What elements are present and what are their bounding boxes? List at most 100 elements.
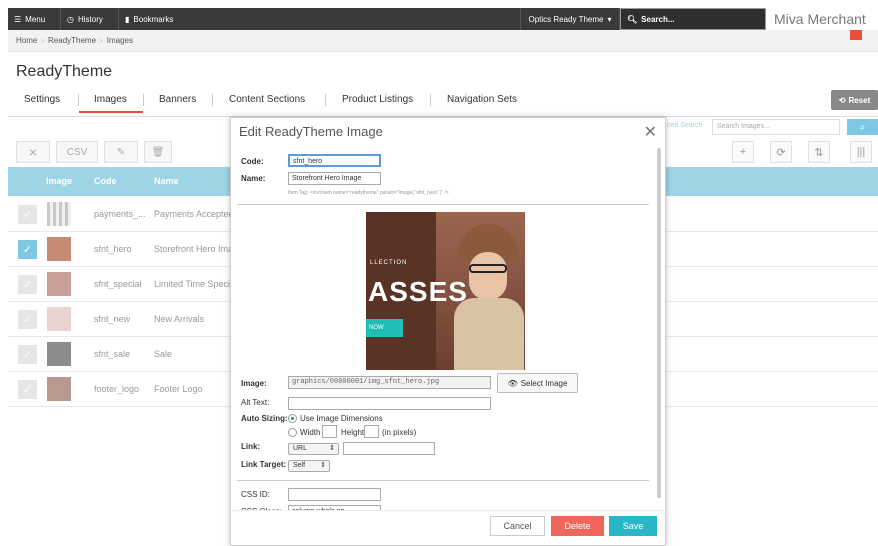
row-checkbox[interactable]: ✓ <box>18 205 37 224</box>
column-image[interactable]: Image <box>46 176 72 186</box>
sort-button[interactable]: ⇅ <box>808 141 830 163</box>
select-image-button[interactable]: 👁︎ Select Image <box>497 373 578 393</box>
columns-button[interactable]: ||| <box>850 141 872 163</box>
custom-size-radio[interactable] <box>288 428 297 437</box>
columns-icon: ||| <box>856 146 866 158</box>
history-button[interactable]: ◷ History <box>60 8 109 30</box>
row-thumbnail <box>47 342 71 366</box>
width-input[interactable] <box>322 425 337 438</box>
select-arrows-icon: ⇕ <box>329 445 335 452</box>
advanced-search-link[interactable]: ced Search <box>667 122 702 129</box>
bookmark-icon: ▮ <box>125 14 130 24</box>
tab-images[interactable]: Images <box>94 94 127 105</box>
reset-label: Reset <box>848 95 871 105</box>
brand-logo[interactable]: Miva Merchant <box>766 8 878 30</box>
search-icon: ⌕ <box>859 121 866 133</box>
row-thumbnail <box>47 307 71 331</box>
link-type-select[interactable]: URL ⇕ <box>288 443 339 455</box>
chevron-down-icon: ▾ <box>607 14 612 24</box>
modal-title: Edit ReadyTheme Image <box>239 124 383 139</box>
breadcrumb-images: Images <box>106 36 133 45</box>
tab-banners[interactable]: Banners <box>159 94 196 105</box>
menu-button[interactable]: ☰ Menu <box>8 8 51 30</box>
hero-glasses <box>469 264 507 273</box>
row-name: Sale <box>154 349 173 359</box>
delete-button[interactable]: Delete <box>551 516 604 536</box>
hero-coat <box>454 298 524 370</box>
divider <box>237 480 649 481</box>
image-label: Image: <box>241 379 267 388</box>
theme-select-value: Optics Ready Theme <box>528 14 604 24</box>
refresh-button[interactable]: ⟳ <box>770 141 792 163</box>
trash-button[interactable]: 🗑︎ <box>144 141 172 163</box>
add-button[interactable]: + <box>732 141 754 163</box>
row-checkbox[interactable]: ✓ <box>18 275 37 294</box>
search-images-input[interactable]: Search Images... <box>712 119 840 135</box>
breadcrumb: Home › ReadyTheme › Images <box>8 30 878 52</box>
eye-icon: 👁︎ <box>507 378 518 388</box>
bookmarks-label: Bookmarks <box>133 14 174 24</box>
chevron-right-icon: › <box>41 36 45 45</box>
tab-navigation-sets[interactable]: Navigation Sets <box>447 94 517 105</box>
alt-text-input[interactable] <box>288 397 491 410</box>
row-thumbnail <box>47 272 71 296</box>
menu-label: Menu <box>25 14 46 24</box>
code-input[interactable]: sfnt_hero <box>288 154 381 167</box>
bookmarks-button[interactable]: ▮ Bookmarks <box>118 8 179 30</box>
row-checkbox[interactable]: ✓ <box>18 345 37 364</box>
item-tag-hint: Item Tag: <mvt:item name="readytheme" pa… <box>288 190 449 196</box>
name-input[interactable]: Storefront Hero Image <box>288 172 381 185</box>
tab-divider <box>430 94 431 106</box>
image-path-input[interactable]: graphics/00000001/img_sfnt_hero.jpg <box>288 376 491 389</box>
edit-image-modal: Edit ReadyTheme Image ✕ Code: sfnt_hero … <box>230 117 666 546</box>
link-url-input[interactable] <box>343 442 435 455</box>
cancel-button[interactable]: Cancel <box>490 516 545 536</box>
auto-sizing-label: Auto Sizing: <box>241 414 288 423</box>
theme-select[interactable]: Optics Ready Theme ▾ <box>520 8 620 30</box>
save-button[interactable]: Save <box>609 516 657 536</box>
tab-divider <box>143 94 144 106</box>
chevron-right-icon: › <box>100 36 103 45</box>
top-bar: ☰ Menu ◷ History ▮ Bookmarks Optics Read… <box>8 8 878 30</box>
search-button[interactable]: ⌕ <box>847 119 878 135</box>
delete-tool-button[interactable]: × <box>16 141 50 163</box>
tab-product-listings[interactable]: Product Listings <box>342 94 413 105</box>
csv-button[interactable]: CSV <box>56 141 98 163</box>
brand-name: Miva Merchant <box>774 11 866 27</box>
edit-button[interactable]: ✎ <box>104 141 138 163</box>
link-target-value: Self <box>293 462 306 469</box>
active-tab-indicator <box>79 111 143 113</box>
link-target-select[interactable]: Self ⇕ <box>288 460 330 472</box>
tab-divider <box>78 94 79 106</box>
row-code: payments_... <box>94 209 146 219</box>
row-checkbox[interactable]: ✓ <box>18 310 37 329</box>
column-name[interactable]: Name <box>154 176 179 186</box>
row-checkbox[interactable]: ✓ <box>18 380 37 399</box>
bookmark-ribbon-icon[interactable] <box>850 30 862 40</box>
row-name: Storefront Hero Image <box>154 244 232 254</box>
trash-icon: 🗑︎ <box>151 146 165 158</box>
height-label: Height <box>341 428 365 437</box>
breadcrumb-home[interactable]: Home <box>16 36 37 45</box>
row-thumbnail <box>47 377 71 401</box>
column-code[interactable]: Code <box>94 176 117 186</box>
modal-scrollbar[interactable] <box>657 148 661 498</box>
reset-button[interactable]: ⟲ Reset <box>831 90 878 110</box>
use-dimensions-radio[interactable] <box>288 414 297 423</box>
row-code: footer_logo <box>94 384 140 394</box>
row-checkbox[interactable]: ✓ <box>18 240 37 259</box>
close-icon[interactable]: ✕ <box>644 122 657 142</box>
global-search-input[interactable]: 🔍︎ Search... <box>620 8 766 30</box>
css-id-input[interactable] <box>288 488 381 501</box>
height-input[interactable] <box>364 425 379 438</box>
breadcrumb-readytheme[interactable]: ReadyTheme <box>48 36 96 45</box>
tab-settings[interactable]: Settings <box>24 94 60 105</box>
link-type-value: URL <box>293 445 308 452</box>
row-name: Payments Accepted <box>154 209 232 219</box>
hero-cta: NOW <box>366 319 403 337</box>
row-code: sfnt_hero <box>94 244 132 254</box>
link-target-label: Link Target: <box>241 460 287 469</box>
row-code: sfnt_sale <box>94 349 131 359</box>
tab-content-sections[interactable]: Content Sections <box>229 94 305 105</box>
hero-image-preview: LLECTION ASSES NOW <box>366 212 525 370</box>
